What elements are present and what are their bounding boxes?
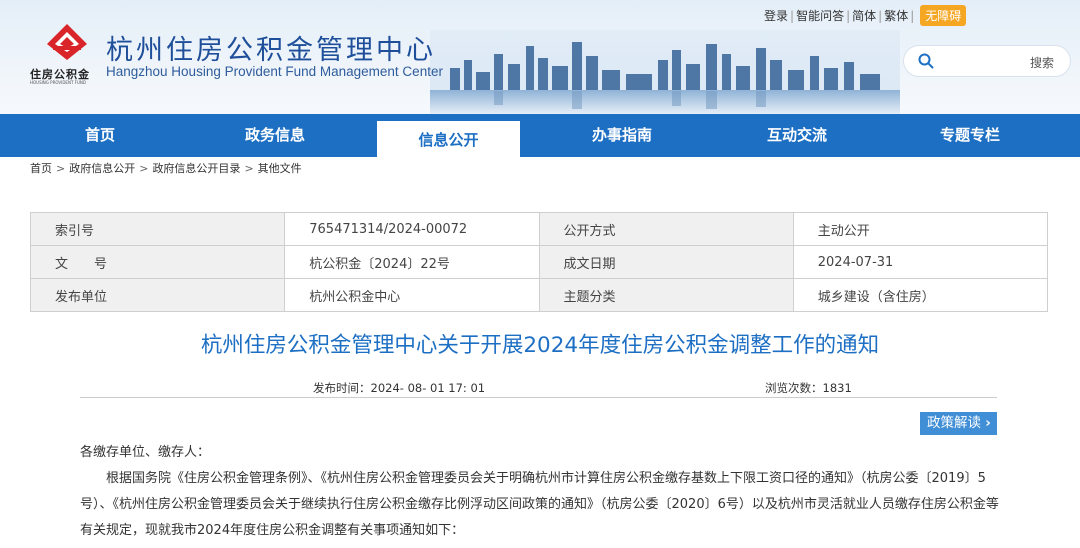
- document-meta-table: 索引号 765471314/2024-00072 公开方式 主动公开 文 号 杭…: [29, 212, 1049, 312]
- meta-key: 发布单位: [29, 278, 286, 312]
- body-paragraph: 根据国务院《住房公积金管理条例》、《杭州住房公积金管理委员会关于明确杭州市计算住…: [80, 471, 999, 538]
- traditional-chinese-link[interactable]: 繁体: [884, 7, 908, 24]
- nav-item-interaction[interactable]: 互动交流: [697, 114, 897, 157]
- meta-key: 文 号: [29, 245, 286, 279]
- breadcrumb: 首页 > 政府信息公开 > 政府信息公开目录 > 其他文件: [30, 160, 302, 176]
- search-box[interactable]: 搜索: [903, 45, 1071, 77]
- meta-key: 成文日期: [538, 245, 794, 279]
- article-info-line: 发布时间：2024- 08- 01 17: 01 浏览次数：1831: [80, 370, 997, 398]
- publish-time: 发布时间：2024- 08- 01 17: 01: [313, 380, 485, 396]
- meta-key: 主题分类: [538, 278, 794, 312]
- meta-value: 城乡建设（含住房）: [792, 278, 1049, 312]
- site-name-cn: 杭州住房公积金管理中心: [106, 35, 436, 66]
- meta-key: 公开方式: [538, 212, 794, 246]
- logo-tiny-text: HOUSING PROVIDENT FUND: [30, 80, 86, 85]
- chevron-right-icon: ›: [985, 415, 991, 431]
- accessibility-button[interactable]: 无障碍: [920, 5, 967, 26]
- meta-value: 主动公开: [792, 212, 1049, 246]
- meta-value: 2024-07-31: [792, 245, 1049, 279]
- publish-label: 发布时间：: [313, 381, 371, 395]
- search-icon[interactable]: [918, 53, 934, 69]
- views-label: 浏览次数：: [765, 381, 823, 395]
- breadcrumb-disclosure-catalog[interactable]: 政府信息公开目录: [152, 162, 240, 175]
- site-header: 住房公积金 HOUSING PROVIDENT FUND 杭州住房公积金管理中心…: [0, 0, 1080, 114]
- nav-item-special-topics[interactable]: 专题专栏: [870, 114, 1070, 157]
- separator: |: [878, 8, 883, 23]
- chevron-right-icon: >: [56, 162, 66, 175]
- separator: |: [846, 8, 851, 23]
- fund-logo-icon: [47, 24, 87, 60]
- publish-value: 2024- 08- 01 17: 01: [370, 381, 486, 395]
- separator: |: [910, 8, 915, 23]
- site-name-en: Hangzhou Housing Provident Fund Manageme…: [106, 64, 443, 79]
- article-body: 各缴存单位、缴存人： 根据国务院《住房公积金管理条例》、《杭州住房公积金管理委员…: [80, 440, 1000, 544]
- meta-key: 索引号: [29, 212, 286, 246]
- chevron-right-icon: >: [244, 162, 254, 175]
- simplified-chinese-link[interactable]: 简体: [852, 7, 876, 24]
- views-value: 1831: [822, 381, 852, 395]
- policy-interpretation-button[interactable]: 政策解读 ›: [920, 412, 997, 435]
- nav-item-service-guide[interactable]: 办事指南: [522, 114, 722, 157]
- main-nav: 首页 政务信息 信息公开 办事指南 互动交流 专题专栏: [0, 114, 1080, 161]
- nav-item-government-info[interactable]: 政务信息: [175, 114, 375, 157]
- breadcrumb-gov-disclosure[interactable]: 政府信息公开: [69, 162, 135, 175]
- chevron-right-icon: >: [139, 162, 149, 175]
- login-link[interactable]: 登录: [764, 7, 788, 24]
- breadcrumb-other-files[interactable]: 其他文件: [258, 162, 302, 175]
- nav-item-info-disclosure[interactable]: 信息公开: [377, 118, 520, 161]
- policy-interpretation-label: 政策解读: [927, 415, 981, 431]
- meta-value: 765471314/2024-00072: [284, 212, 540, 246]
- breadcrumb-home[interactable]: 首页: [30, 162, 52, 175]
- nav-item-home[interactable]: 首页: [0, 114, 200, 157]
- table-row: 发布单位 杭州公积金中心 主题分类 城乡建设（含住房）: [29, 278, 1049, 312]
- table-row: 文 号 杭公积金〔2024〕22号 成文日期 2024-07-31: [29, 245, 1049, 279]
- smart-qa-link[interactable]: 智能问答: [796, 7, 844, 24]
- search-button[interactable]: 搜索: [1030, 54, 1054, 71]
- article-title: 杭州住房公积金管理中心关于开展2024年度住房公积金调整工作的通知: [200, 333, 880, 358]
- city-skyline-image: [430, 30, 900, 114]
- top-links: 登录 | 智能问答 | 简体 | 繁体 | 无障碍: [764, 5, 967, 26]
- view-count: 浏览次数：1831: [765, 380, 852, 396]
- table-row: 索引号 765471314/2024-00072 公开方式 主动公开: [29, 212, 1049, 246]
- separator: |: [790, 8, 795, 23]
- meta-value: 杭公积金〔2024〕22号: [284, 245, 540, 279]
- salutation: 各缴存单位、缴存人：: [80, 445, 211, 460]
- meta-value: 杭州公积金中心: [284, 278, 540, 312]
